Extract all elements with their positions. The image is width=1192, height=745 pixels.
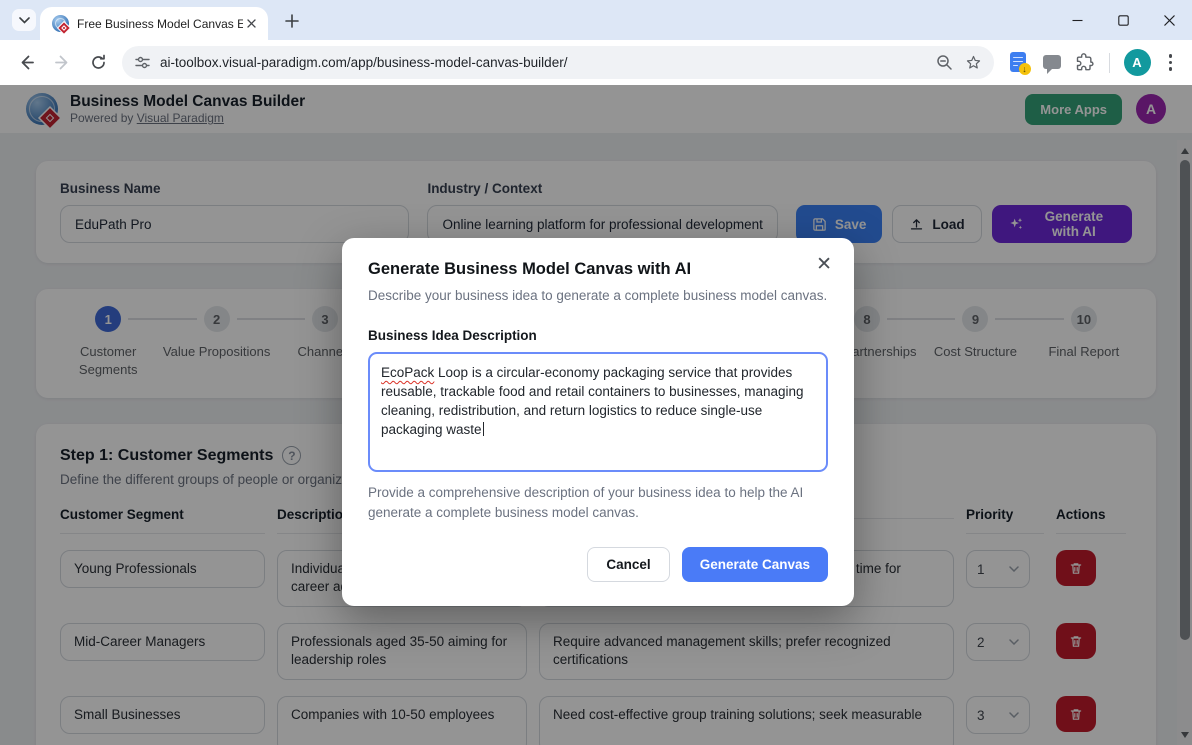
window-controls — [1054, 0, 1192, 40]
modal-close-button[interactable]: ✕ — [810, 249, 838, 280]
url-text[interactable]: ai-toolbox.visual-paradigm.com/app/busin… — [160, 55, 924, 70]
browser-tab-strip: Free Business Model Canvas Edi — [0, 0, 1192, 40]
app-viewport: Business Model Canvas Builder Powered by… — [0, 85, 1192, 745]
business-idea-textarea[interactable]: EcoPack Loop is a circular-economy packa… — [368, 352, 828, 472]
generate-canvas-button[interactable]: Generate Canvas — [682, 547, 828, 582]
zoom-out-icon[interactable] — [936, 54, 953, 71]
forward-button[interactable] — [47, 48, 77, 78]
browser-profile-avatar[interactable]: A — [1124, 49, 1151, 76]
modal-title: Generate Business Model Canvas with AI — [368, 260, 828, 279]
minimize-button[interactable] — [1054, 0, 1100, 40]
comment-bubble-button[interactable] — [1043, 55, 1061, 69]
docs-offline-icon[interactable]: ↓ — [1010, 52, 1029, 74]
field-hint: Provide a comprehensive description of y… — [368, 483, 834, 522]
site-settings-icon[interactable] — [134, 54, 151, 71]
close-icon — [247, 19, 256, 28]
browser-menu-button[interactable] — [1165, 50, 1177, 75]
url-bar[interactable]: ai-toolbox.visual-paradigm.com/app/busin… — [122, 46, 994, 79]
generate-ai-modal: Generate Business Model Canvas with AI ✕… — [342, 238, 854, 606]
chevron-down-icon — [19, 17, 30, 24]
browser-toolbar: ai-toolbox.visual-paradigm.com/app/busin… — [0, 40, 1192, 85]
back-button[interactable] — [11, 48, 41, 78]
new-tab-button[interactable] — [282, 11, 301, 30]
browser-tab[interactable]: Free Business Model Canvas Edi — [40, 7, 268, 40]
close-window-button[interactable] — [1146, 0, 1192, 40]
bookmark-star-button[interactable] — [965, 54, 982, 71]
maximize-button[interactable] — [1100, 0, 1146, 40]
plus-icon — [285, 14, 299, 28]
toolbar-divider — [1109, 53, 1110, 73]
misspelled-word: EcoPack — [381, 365, 434, 380]
text-caret — [483, 422, 485, 436]
extensions-button[interactable] — [1075, 53, 1095, 73]
modal-subtitle: Describe your business idea to generate … — [368, 288, 828, 303]
cancel-button[interactable]: Cancel — [587, 547, 669, 582]
idea-text: Loop is a circular-economy packaging ser… — [381, 365, 804, 437]
tab-favicon — [52, 15, 69, 32]
toolbar-icons: ↓ A — [1002, 49, 1185, 76]
tab-close-button[interactable] — [243, 15, 260, 32]
reload-button[interactable] — [83, 48, 113, 78]
business-idea-label: Business Idea Description — [368, 328, 828, 343]
tab-title: Free Business Model Canvas Edi — [77, 17, 243, 31]
tab-search-button[interactable] — [12, 9, 36, 31]
